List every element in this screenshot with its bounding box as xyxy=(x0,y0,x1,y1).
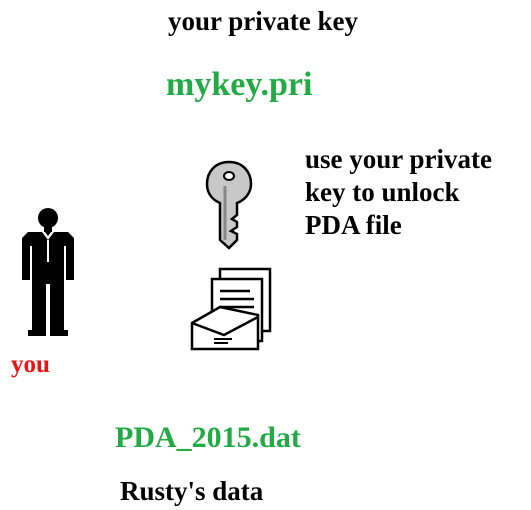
person-label: you xyxy=(11,351,50,378)
pda-filename: PDA_2015.dat xyxy=(115,421,301,454)
instruction-line-1: use your private xyxy=(305,144,492,174)
private-key-filename: mykey.pri xyxy=(166,66,313,103)
instruction-line-3: PDA file xyxy=(305,210,402,240)
envelope-documents-icon xyxy=(188,263,282,360)
data-owner-label: Rusty's data xyxy=(120,476,264,506)
person-icon xyxy=(18,206,80,343)
private-key-heading: your private key xyxy=(168,6,358,36)
instruction-line-2: key to unlock xyxy=(305,177,460,207)
key-icon xyxy=(203,160,255,255)
unlock-instruction: use your private key to unlock PDA file xyxy=(305,143,529,242)
